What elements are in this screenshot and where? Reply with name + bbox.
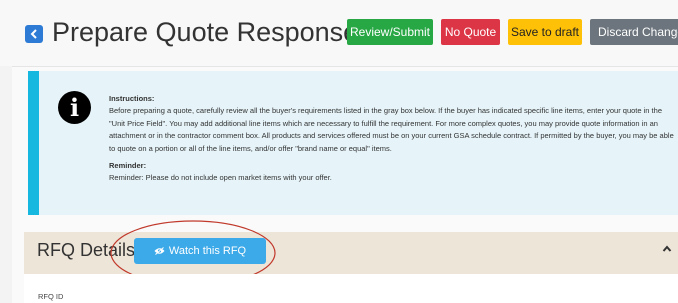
info-stripe (28, 71, 39, 215)
rfq-details-header[interactable]: RFQ Details Watch this RFQ (24, 232, 678, 274)
chevron-left-icon (30, 29, 37, 39)
review-submit-button[interactable]: Review/Submit (347, 19, 433, 45)
instructions-heading: Instructions: (109, 94, 155, 103)
watch-rfq-button[interactable]: Watch this RFQ (134, 238, 266, 264)
instructions-box: i Instructions: Before preparing a quote… (28, 71, 678, 215)
info-icon: i (58, 91, 91, 124)
instructions-body: Before preparing a quote, carefully revi… (109, 106, 674, 153)
no-quote-button[interactable]: No Quote (441, 19, 500, 45)
reminder-body: Reminder: Please do not include open mar… (109, 173, 332, 183)
save-draft-button[interactable]: Save to draft (508, 19, 582, 45)
back-button[interactable] (25, 25, 43, 43)
reminder-block: Reminder: Reminder: Please do not includ… (109, 160, 675, 185)
page-title: Prepare Quote Response (52, 17, 359, 47)
rfq-details-body: RFQ ID (24, 274, 678, 303)
rfq-details-title: RFQ Details (37, 240, 136, 260)
top-bar: Prepare Quote Response Review/Submit No … (0, 0, 678, 66)
rfq-id-label: RFQ ID (38, 292, 64, 301)
reminder-heading: Reminder: (109, 161, 147, 171)
instructions-text: Instructions: Before preparing a quote, … (109, 93, 675, 185)
watch-rfq-label: Watch this RFQ (168, 245, 247, 257)
chevron-up-icon[interactable] (662, 244, 672, 254)
discard-changes-button[interactable]: Discard Changes (590, 19, 678, 45)
eye-icon (154, 247, 165, 255)
